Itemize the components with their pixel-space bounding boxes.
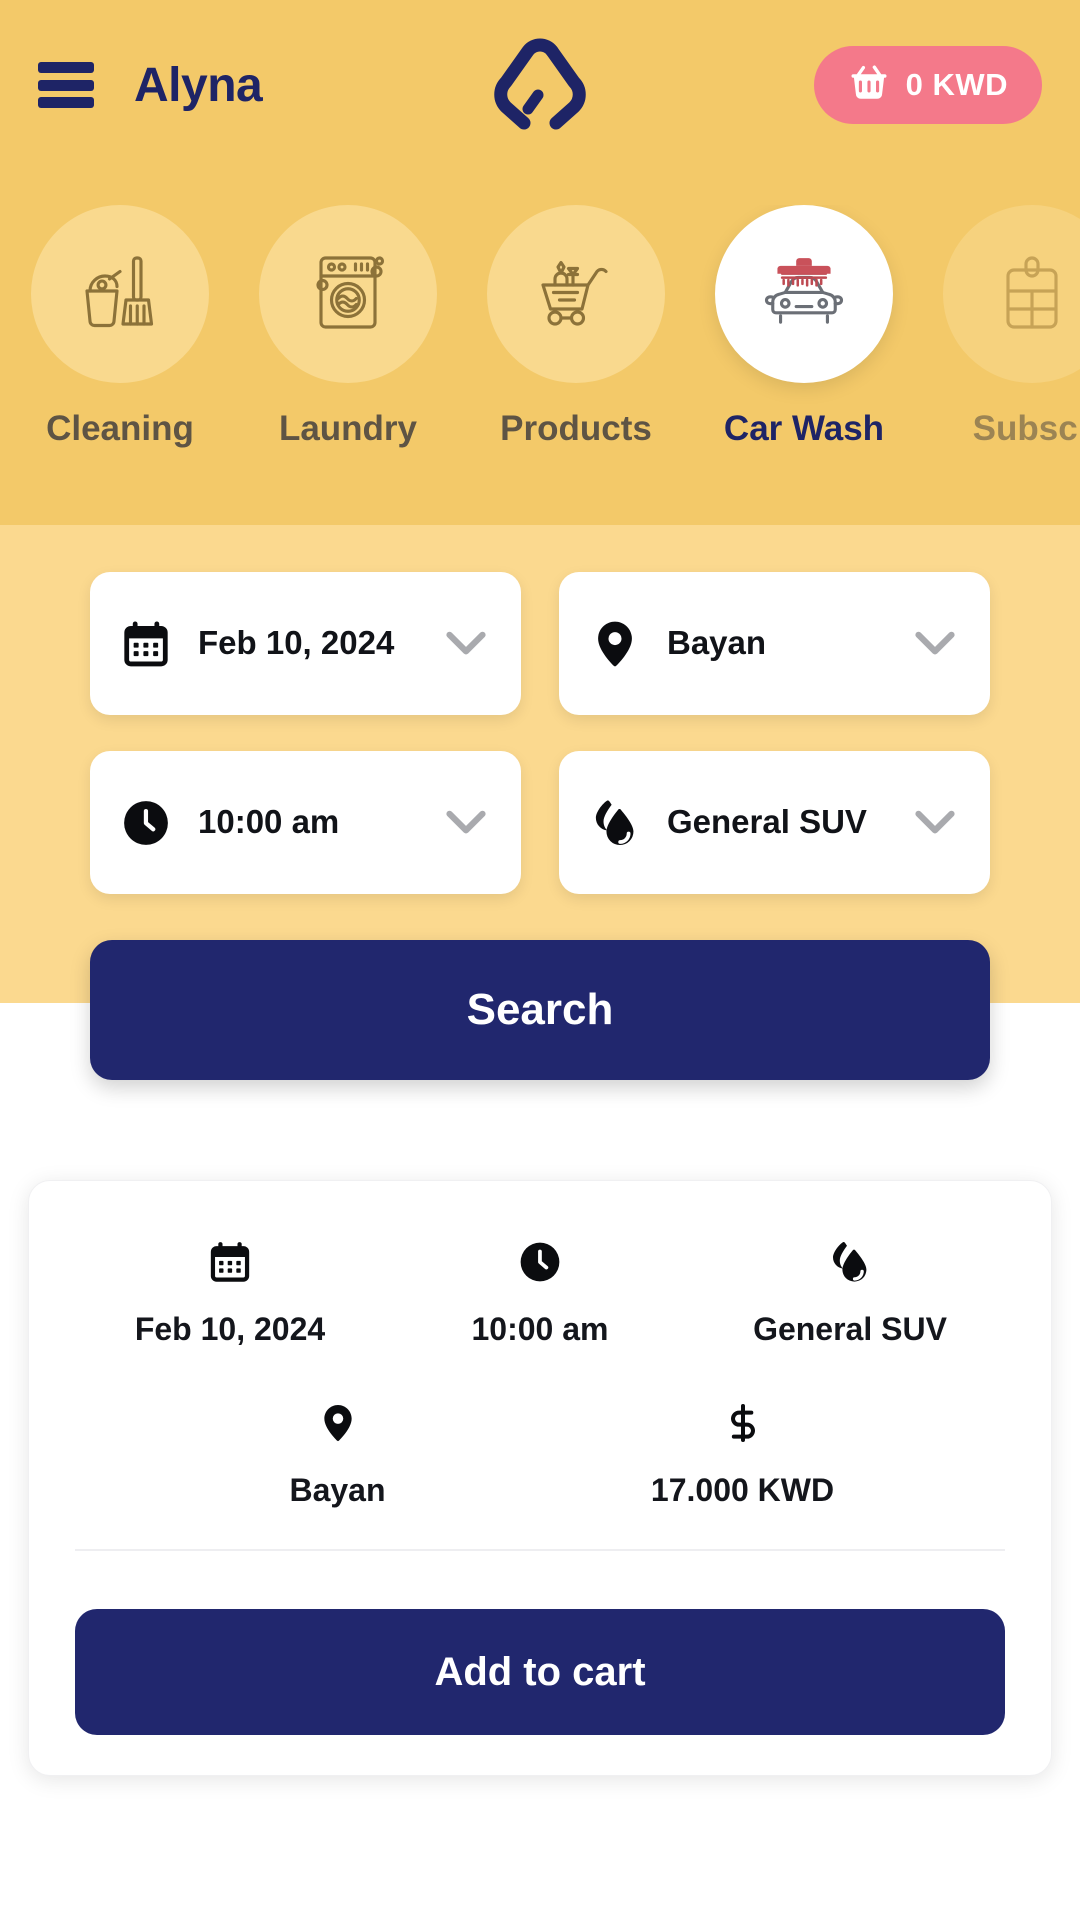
- map-pin-icon: [585, 618, 645, 670]
- result-price-label: 17.000 KWD: [650, 1472, 835, 1508]
- alyna-a-logo: [262, 35, 813, 135]
- result-time: 10:00 am: [385, 1233, 695, 1348]
- card-divider: [75, 1549, 1005, 1551]
- droplets-icon: [826, 1233, 874, 1291]
- category-strip[interactable]: Cleaning Laundry Products Car Wash Subsc…: [0, 205, 1080, 465]
- chevron-down-icon[interactable]: [440, 808, 492, 838]
- category-cleaning[interactable]: Cleaning: [20, 205, 220, 449]
- chevron-down-icon[interactable]: [909, 808, 961, 838]
- brand-title: Alyna: [134, 58, 263, 112]
- subscription-card-icon: [943, 205, 1080, 383]
- category-label: Subscr: [972, 409, 1080, 448]
- calendar-icon: [116, 618, 176, 670]
- cart-amount: 0 KWD: [905, 67, 1008, 102]
- top-bar: Alyna 0 KWD: [0, 0, 1080, 170]
- category-label: Cleaning: [46, 409, 194, 448]
- result-location-label: Bayan: [289, 1472, 386, 1508]
- bucket-broom-icon: [31, 205, 209, 383]
- result-service: General SUV: [695, 1233, 1005, 1348]
- filter-grid: Feb 10, 2024 Bayan 10:00 am General SUV: [90, 572, 990, 894]
- filter-date-value: Feb 10, 2024: [198, 624, 395, 662]
- result-date-label: Feb 10, 2024: [134, 1311, 326, 1347]
- filter-time-value: 10:00 am: [198, 803, 340, 841]
- result-row-primary: Feb 10, 2024 10:00 am General SUV: [75, 1233, 1005, 1348]
- chevron-down-icon[interactable]: [440, 629, 492, 659]
- hamburger-icon[interactable]: [38, 62, 94, 108]
- search-button[interactable]: Search: [90, 940, 990, 1080]
- filter-location[interactable]: Bayan: [559, 572, 990, 715]
- result-date: Feb 10, 2024: [75, 1233, 385, 1348]
- droplets-icon: [585, 796, 645, 850]
- washing-machine-icon: [259, 205, 437, 383]
- shopping-cart-icon: [487, 205, 665, 383]
- cart-button[interactable]: 0 KWD: [813, 46, 1042, 124]
- category-laundry[interactable]: Laundry: [248, 205, 448, 449]
- clock-icon: [116, 797, 176, 849]
- category-subscription[interactable]: Subscr: [932, 205, 1080, 449]
- add-to-cart-button[interactable]: Add to cart: [75, 1609, 1005, 1735]
- category-label: Products: [500, 409, 652, 448]
- car-wash-icon: [715, 205, 893, 383]
- result-time-label: 10:00 am: [471, 1311, 609, 1347]
- filter-date[interactable]: Feb 10, 2024: [90, 572, 521, 715]
- result-service-label: General SUV: [753, 1311, 947, 1347]
- map-pin-icon: [317, 1394, 359, 1452]
- filter-service[interactable]: General SUV: [559, 751, 990, 894]
- basket-icon: [848, 62, 890, 109]
- category-label: Laundry: [278, 409, 418, 448]
- result-card: Feb 10, 2024 10:00 am General SUV Bayan …: [28, 1180, 1052, 1776]
- result-location: Bayan: [135, 1394, 540, 1509]
- clock-icon: [517, 1233, 563, 1291]
- chevron-down-icon[interactable]: [909, 629, 961, 659]
- result-row-secondary: Bayan 17.000 KWD: [75, 1394, 1005, 1509]
- category-products[interactable]: Products: [476, 205, 676, 449]
- app-root: Alyna 0 KWD Cleaning Laundry Products Ca…: [0, 0, 1080, 1920]
- category-car-wash[interactable]: Car Wash: [704, 205, 904, 449]
- result-price: 17.000 KWD: [540, 1394, 945, 1509]
- calendar-icon: [207, 1233, 253, 1291]
- filter-time[interactable]: 10:00 am: [90, 751, 521, 894]
- filter-service-value: General SUV: [667, 803, 867, 841]
- dollar-icon: [723, 1394, 763, 1452]
- filter-location-value: Bayan: [667, 624, 767, 662]
- category-label: Car Wash: [723, 409, 885, 448]
